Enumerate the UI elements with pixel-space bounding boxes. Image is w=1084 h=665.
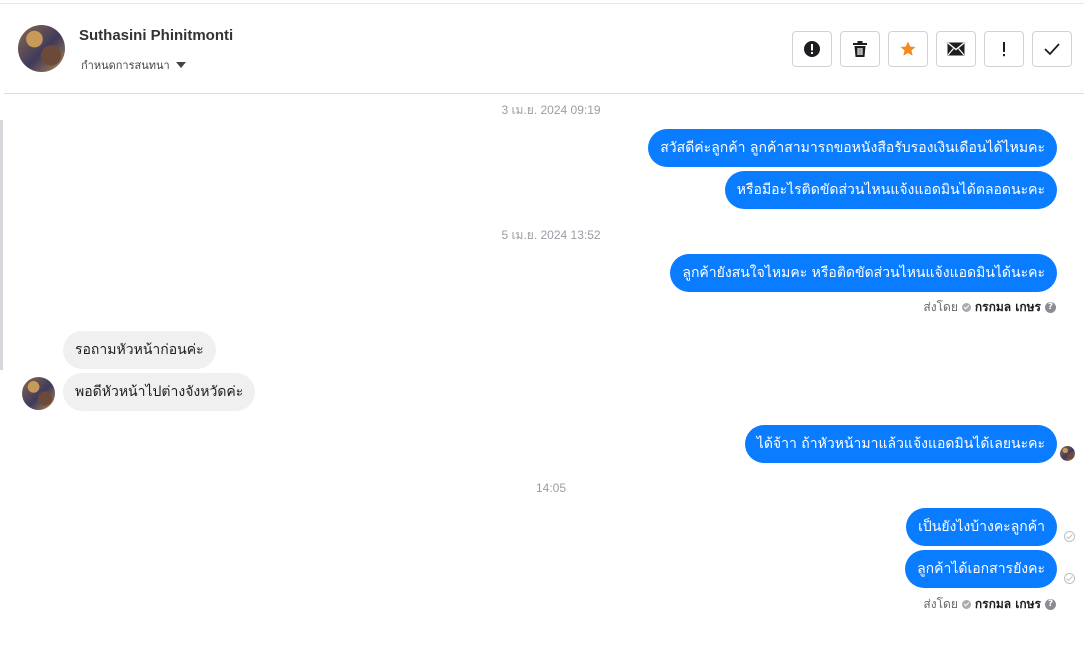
- contact-avatar-small[interactable]: [22, 377, 55, 410]
- alert-circle-icon: [804, 41, 820, 57]
- timestamp: 14:05: [535, 481, 567, 495]
- done-button[interactable]: [1032, 31, 1072, 67]
- conversation-header: Suthasini Phinitmonti กำหนดการสนทนา: [4, 5, 1084, 94]
- verified-icon: [961, 303, 971, 312]
- mark-unread-button[interactable]: [936, 31, 976, 67]
- exclamation-icon: [1003, 42, 1005, 57]
- sent-status-icon: [1064, 573, 1075, 584]
- outgoing-message[interactable]: หรือมีอะไรติดขัดส่วนไหนแจ้งแอดมินได้ตลอด…: [724, 171, 1057, 209]
- sent-by-label: ส่งโดย: [923, 597, 958, 611]
- outgoing-message[interactable]: ลูกค้าได้เอกสารยังคะ: [905, 550, 1057, 588]
- assign-conversation-dropdown[interactable]: กำหนดการสนทนา: [81, 56, 186, 74]
- sent-by-label: ส่งโดย: [923, 300, 958, 314]
- trash-icon: [853, 41, 867, 57]
- star-button[interactable]: [888, 31, 928, 67]
- window-top-edge: [0, 0, 1084, 4]
- scrollbar[interactable]: [0, 120, 3, 370]
- help-icon[interactable]: ?: [1045, 599, 1056, 610]
- incoming-message[interactable]: พอดีหัวหน้าไปต่างจังหวัดค่ะ: [63, 373, 256, 411]
- outgoing-message[interactable]: เป็นยังไงบ้างคะลูกค้า: [906, 508, 1057, 546]
- assign-label: กำหนดการสนทนา: [81, 59, 170, 72]
- contact-avatar[interactable]: [18, 25, 65, 72]
- sent-by-info: ส่งโดย กรกมล เกษร ?: [923, 595, 1056, 614]
- check-icon: [1044, 43, 1060, 56]
- agent-name[interactable]: กรกมล เกษร: [975, 298, 1041, 317]
- sent-status-icon: [1064, 531, 1075, 542]
- outgoing-message[interactable]: ได้จ้าา ถ้าหัวหน้ามาแล้วแจ้งแอดมินได้เลย…: [744, 425, 1057, 463]
- sent-by-info: ส่งโดย กรกมล เกษร ?: [923, 298, 1056, 317]
- header-actions: [792, 31, 1072, 67]
- timestamp: 3 เม.ย. 2024 09:19: [501, 103, 601, 117]
- agent-name[interactable]: กรกมล เกษร: [975, 595, 1041, 614]
- incoming-message[interactable]: รอถามหัวหน้าก่อนค่ะ: [63, 331, 216, 369]
- outgoing-message[interactable]: ลูกค้ายังสนใจไหมคะ หรือติดขัดส่วนไหนแจ้ง…: [670, 254, 1057, 292]
- envelope-icon: [947, 42, 965, 56]
- star-icon: [900, 41, 916, 56]
- help-icon[interactable]: ?: [1045, 302, 1056, 313]
- outgoing-message[interactable]: สวัสดีค่ะลูกค้า ลูกค้าสามารถขอหนังสือรับ…: [648, 129, 1057, 167]
- delete-button[interactable]: [840, 31, 880, 67]
- verified-icon: [961, 600, 971, 609]
- spam-button[interactable]: [792, 31, 832, 67]
- timestamp: 5 เม.ย. 2024 13:52: [501, 228, 601, 242]
- caret-down-icon: [175, 62, 186, 68]
- seen-avatar-icon: [1060, 446, 1075, 461]
- contact-name[interactable]: Suthasini Phinitmonti: [79, 27, 233, 44]
- important-button[interactable]: [984, 31, 1024, 67]
